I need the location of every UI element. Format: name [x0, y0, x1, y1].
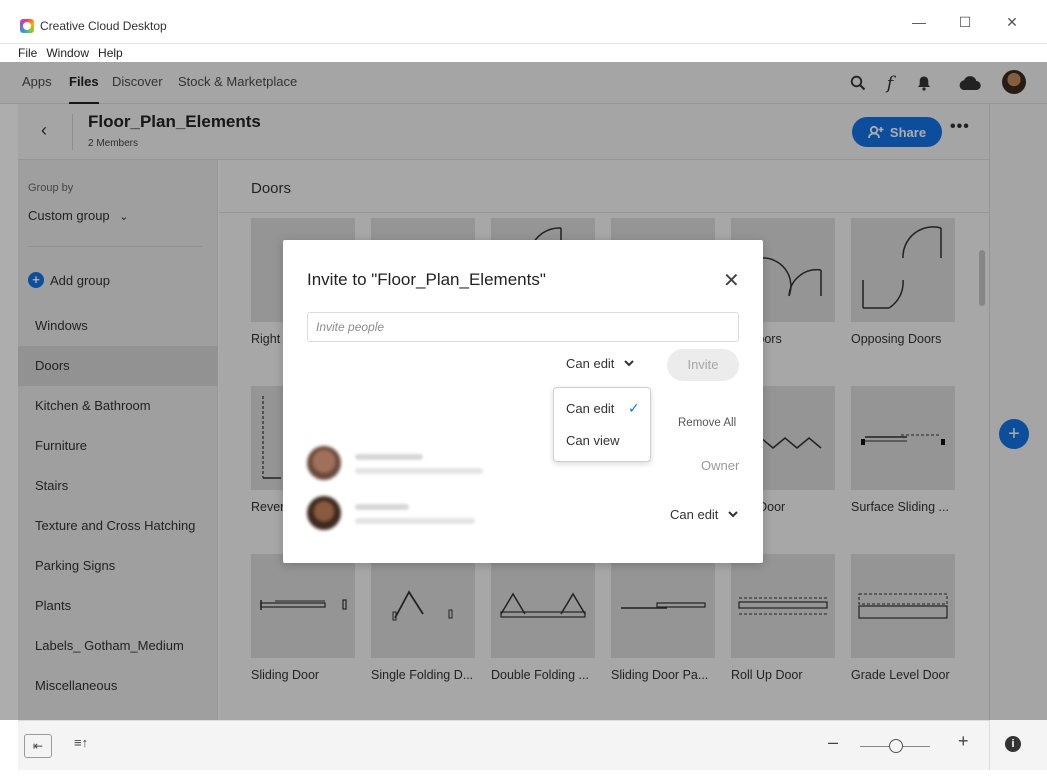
invite-button[interactable]: Invite: [667, 349, 739, 381]
menu-item-can-edit[interactable]: Can edit: [566, 401, 614, 416]
menu-bar: File Window Help: [18, 44, 123, 62]
creative-cloud-logo-icon: [20, 19, 34, 33]
checkmark-icon: ✓: [628, 400, 640, 416]
collapse-sidebar-button[interactable]: ⇤: [24, 734, 52, 758]
zoom-in-button[interactable]: +: [958, 731, 969, 752]
window-title: Creative Cloud Desktop: [40, 19, 167, 33]
menu-item-can-view[interactable]: Can view: [566, 433, 619, 448]
menu-help[interactable]: Help: [98, 44, 123, 62]
member-permission-value: Can edit: [670, 507, 719, 522]
window-titlebar: Creative Cloud Desktop — ☐ ✕: [0, 0, 1047, 44]
member-avatar: [307, 496, 341, 530]
sort-icon[interactable]: ≡↑: [74, 735, 88, 750]
member-avatar: [307, 446, 341, 480]
permission-dropdown-menu: Can edit ✓ Can view: [553, 387, 651, 462]
close-icon[interactable]: ✕: [723, 268, 740, 293]
invite-dialog: Invite to "Floor_Plan_Elements" ✕ Can ed…: [283, 240, 763, 563]
footer-bar: ⇤ ≡↑ – +: [18, 720, 989, 770]
invite-people-input[interactable]: [307, 312, 739, 342]
menu-window[interactable]: Window: [46, 44, 89, 62]
permission-select[interactable]: Can edit: [566, 356, 635, 371]
member-email-redacted: [355, 518, 475, 524]
member-email-redacted: [355, 468, 483, 474]
member-permission-select[interactable]: Can edit: [670, 507, 739, 522]
permission-value: Can edit: [566, 356, 615, 371]
member-name-redacted: [355, 454, 423, 460]
chevron-down-icon: [728, 511, 739, 518]
zoom-out-button[interactable]: –: [828, 732, 838, 753]
close-window-button[interactable]: ✕: [1002, 14, 1022, 31]
minimize-button[interactable]: —: [909, 14, 929, 30]
maximize-button[interactable]: ☐: [955, 14, 975, 31]
chevron-down-icon: [624, 360, 635, 367]
dialog-title: Invite to "Floor_Plan_Elements": [307, 270, 546, 289]
owner-label: Owner: [701, 458, 740, 473]
info-icon[interactable]: i: [1005, 736, 1021, 752]
zoom-slider-handle[interactable]: [889, 739, 903, 753]
remove-all-button[interactable]: Remove All: [678, 417, 736, 429]
member-name-redacted: [355, 504, 409, 510]
menu-file[interactable]: File: [18, 44, 37, 62]
